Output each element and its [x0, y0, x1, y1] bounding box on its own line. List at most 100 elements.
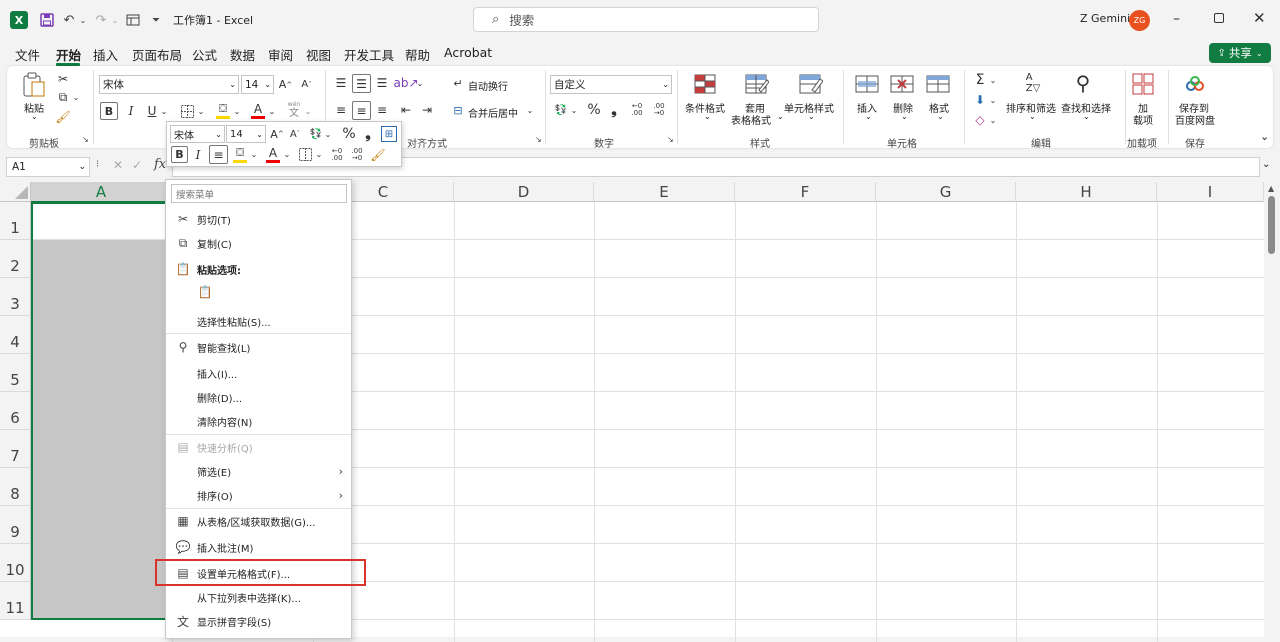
- phonetic-icon[interactable]: wén 文: [285, 100, 303, 120]
- select-all-corner[interactable]: [0, 182, 31, 202]
- mini-currency-dropdown-icon[interactable]: ⌄: [324, 125, 332, 143]
- row-header-10[interactable]: 10: [0, 544, 31, 582]
- chevron-down-icon[interactable]: ⌄: [937, 112, 944, 121]
- tab-developer[interactable]: 开发工具: [344, 45, 394, 64]
- wrap-text-icon[interactable]: ↵: [450, 75, 466, 91]
- addins-label-2[interactable]: 载项: [1133, 112, 1153, 127]
- form-icon[interactable]: [125, 10, 141, 30]
- currency-icon[interactable]: 💱: [553, 102, 569, 118]
- mini-fill-color-dropdown-icon[interactable]: ⌄: [250, 146, 258, 163]
- row-header-1[interactable]: 1: [0, 202, 31, 240]
- column-header-d[interactable]: D: [454, 182, 594, 202]
- row-header-5[interactable]: 5: [0, 354, 31, 392]
- tab-help[interactable]: 帮助: [405, 45, 430, 64]
- number-launcher-icon[interactable]: ↘: [667, 135, 674, 144]
- merge-center-icon[interactable]: ⊟: [450, 102, 466, 118]
- context-menu-item[interactable]: 文显示拼音字段(S): [166, 610, 351, 632]
- paste-icon[interactable]: [21, 72, 47, 98]
- mini-bold-button[interactable]: B: [171, 146, 188, 163]
- mini-format-painter-icon[interactable]: 🖌: [370, 146, 386, 163]
- row-header-8[interactable]: 8: [0, 468, 31, 506]
- name-box[interactable]: A1 ⌄: [6, 157, 90, 177]
- align-right-icon[interactable]: ≡: [374, 102, 390, 118]
- column-header-h[interactable]: H: [1016, 182, 1157, 202]
- mini-currency-icon[interactable]: 💱: [308, 125, 324, 143]
- context-menu-item[interactable]: 筛选(E) ›: [166, 460, 351, 482]
- mini-borders-icon[interactable]: [297, 146, 313, 163]
- cut-icon[interactable]: ✂: [56, 72, 70, 86]
- mini-font-color-icon[interactable]: A: [265, 144, 281, 164]
- merge-dropdown-icon[interactable]: ⌄: [526, 102, 534, 118]
- align-middle-icon[interactable]: ☰: [352, 74, 371, 93]
- avatar[interactable]: ZG: [1129, 10, 1150, 31]
- menu-search-input[interactable]: 搜索菜单: [171, 184, 347, 203]
- fill-color-dropdown-icon[interactable]: ⌄: [233, 102, 241, 120]
- align-left-icon[interactable]: ≡: [333, 102, 349, 118]
- decrease-decimal-icon[interactable]: .00 →0: [650, 102, 668, 118]
- tab-insert[interactable]: 插入: [93, 45, 118, 64]
- row-header-4[interactable]: 4: [0, 316, 31, 354]
- paste-dropdown-icon[interactable]: ⌄: [31, 112, 38, 121]
- column-header-g[interactable]: G: [876, 182, 1016, 202]
- currency-dropdown-icon[interactable]: ⌄: [570, 102, 578, 118]
- clipboard-launcher-icon[interactable]: ↘: [82, 135, 89, 144]
- column-header-e[interactable]: E: [594, 182, 735, 202]
- undo-dropdown-icon[interactable]: ⌄: [78, 10, 88, 30]
- chevron-down-icon[interactable]: ⌄: [865, 112, 872, 121]
- context-menu-item[interactable]: ⚲ 智能查找(L): [166, 336, 351, 358]
- number-format-select[interactable]: 自定义 ⌄: [550, 75, 672, 94]
- align-center-icon[interactable]: ≡: [352, 101, 371, 120]
- row-header-6[interactable]: 6: [0, 392, 31, 430]
- fill-dropdown-icon[interactable]: ⌄: [989, 92, 997, 108]
- customize-qat-icon[interactable]: ⏷: [150, 10, 162, 30]
- tab-data[interactable]: 数据: [230, 45, 255, 64]
- font-grow-icon[interactable]: A ^: [278, 75, 293, 94]
- tab-file[interactable]: 文件: [15, 45, 40, 64]
- context-menu-item[interactable]: 排序(O) ›: [166, 484, 351, 506]
- more-icon[interactable]: ⁝: [96, 159, 99, 170]
- confirm-formula-icon[interactable]: ✓: [132, 158, 142, 172]
- borders-icon[interactable]: [179, 103, 195, 119]
- wrap-text-button[interactable]: 自动换行: [468, 78, 508, 93]
- chevron-down-icon[interactable]: ⌄: [1083, 112, 1090, 121]
- column-header-f[interactable]: F: [735, 182, 876, 202]
- clear-icon[interactable]: ◇: [972, 112, 988, 128]
- context-menu-item[interactable]: 插入(I)...: [166, 362, 351, 384]
- scrollbar-thumb[interactable]: [1268, 196, 1275, 254]
- decrease-indent-icon[interactable]: ⇤: [398, 102, 414, 118]
- cell-styles-icon[interactable]: [798, 73, 824, 95]
- merge-center-button[interactable]: 合并后居中: [468, 105, 518, 120]
- mini-comma-button[interactable]: ❟: [362, 125, 374, 143]
- row-header-7[interactable]: 7: [0, 430, 31, 468]
- clear-dropdown-icon[interactable]: ⌄: [989, 112, 997, 128]
- italic-button[interactable]: I: [124, 102, 138, 120]
- mini-percent-button[interactable]: %: [341, 125, 357, 143]
- increase-indent-icon[interactable]: ⇥: [419, 102, 435, 118]
- chevron-down-icon[interactable]: ⌄: [901, 112, 908, 121]
- table-format-label-2[interactable]: 表格格式: [731, 112, 771, 127]
- row-header-3[interactable]: 3: [0, 278, 31, 316]
- minimize-icon[interactable]: –: [1173, 11, 1180, 27]
- font-color-dropdown-icon[interactable]: ⌄: [268, 102, 276, 120]
- mini-increase-decimal-icon[interactable]: ←0.00: [328, 146, 346, 163]
- paste-option-keep-formatting-icon[interactable]: 📋: [196, 283, 214, 301]
- font-shrink-icon[interactable]: Aˇ: [299, 75, 314, 94]
- tab-page-layout[interactable]: 页面布局: [132, 45, 182, 64]
- chevron-down-icon[interactable]: ⌄: [1029, 112, 1036, 121]
- redo-dropdown-icon[interactable]: ⌄: [110, 10, 120, 30]
- expand-formula-bar-icon[interactable]: ⌄: [1262, 159, 1270, 170]
- align-bottom-icon[interactable]: ☰: [374, 75, 390, 91]
- format-painter-icon[interactable]: 🖌: [55, 110, 70, 124]
- format-cells-icon[interactable]: [926, 73, 950, 95]
- scroll-up-icon[interactable]: ▲: [1268, 184, 1274, 193]
- underline-dropdown-icon[interactable]: ⌄: [160, 102, 168, 120]
- conditional-format-icon[interactable]: [693, 73, 717, 95]
- mini-italic-button[interactable]: I: [192, 146, 204, 163]
- chevron-down-icon[interactable]: ⌄: [808, 112, 815, 121]
- copy-icon[interactable]: ⧉: [55, 90, 71, 104]
- tab-review[interactable]: 审阅: [268, 45, 293, 64]
- fill-icon[interactable]: ⬇: [972, 92, 988, 108]
- tab-view[interactable]: 视图: [306, 45, 331, 64]
- context-menu-item[interactable]: 选择性粘贴(S)...: [166, 310, 351, 332]
- context-menu-item[interactable]: ✂ 剪切(T): [166, 208, 351, 230]
